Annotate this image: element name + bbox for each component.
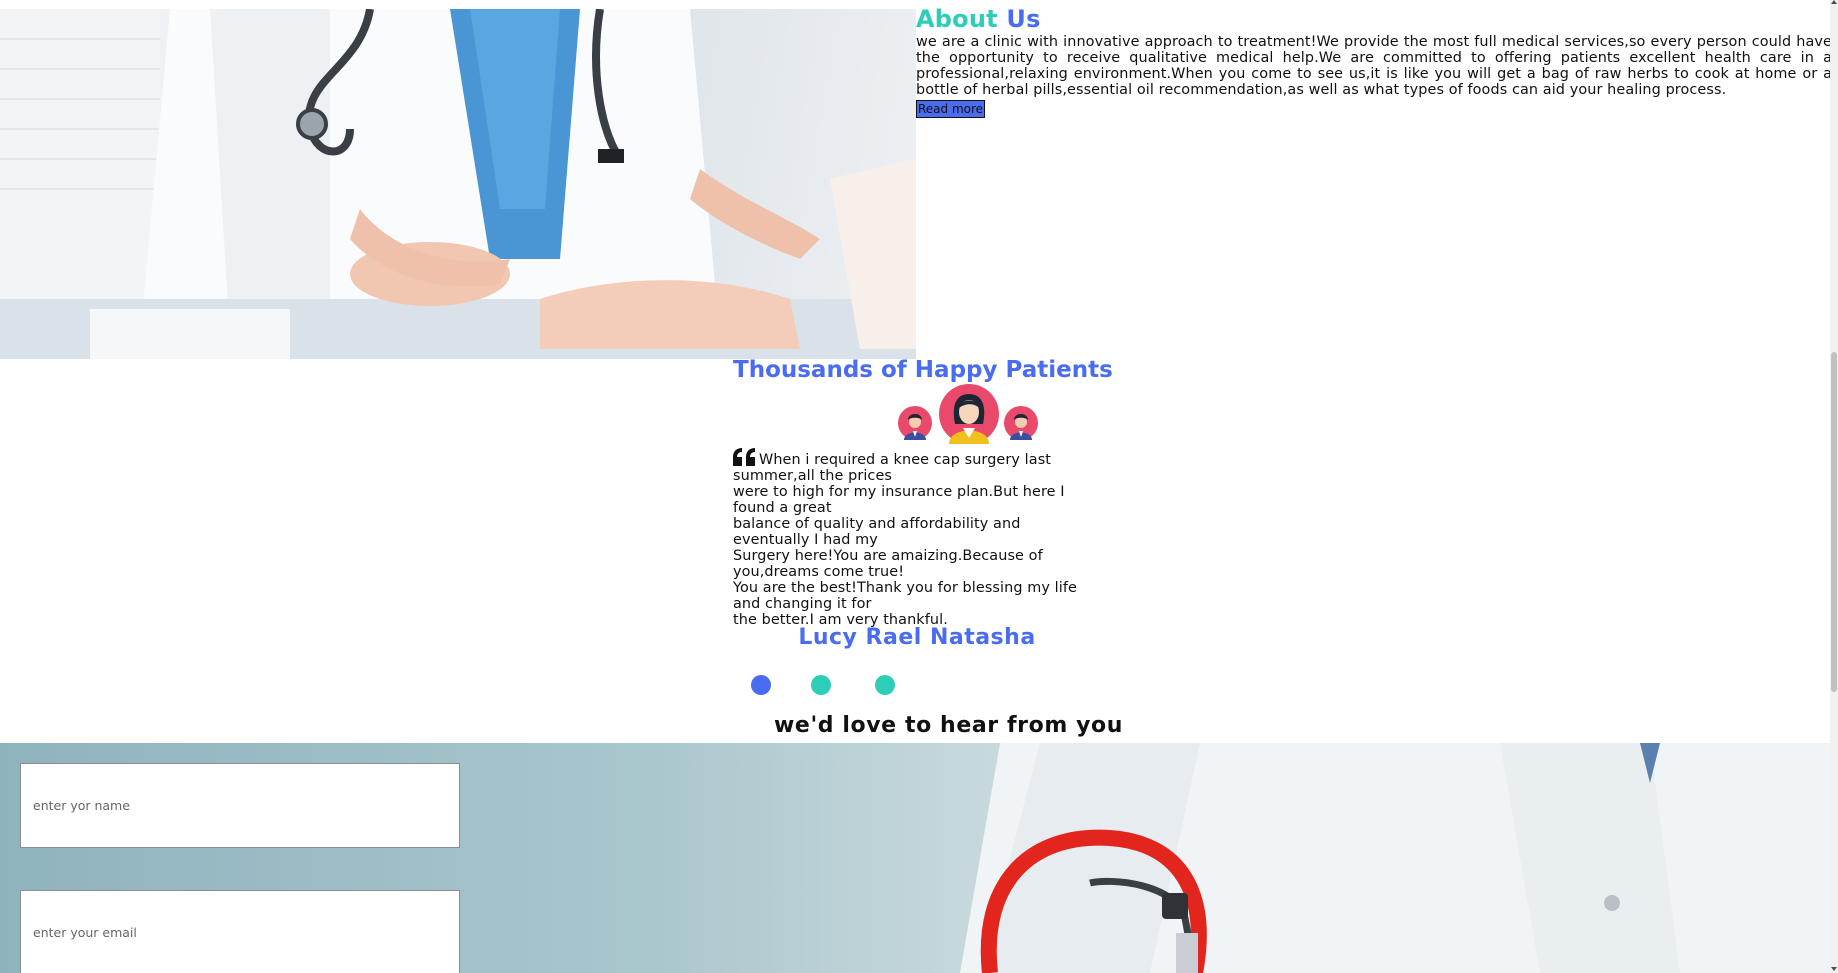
about-title: About Us	[916, 4, 1832, 34]
page-scrollbar[interactable]	[1830, 0, 1838, 973]
doctor-patient-photo	[0, 9, 916, 359]
scrollbar-thumb[interactable]	[1831, 352, 1837, 692]
scroll-down-arrow-icon[interactable]	[1831, 967, 1837, 971]
read-more-button[interactable]: Read more	[916, 100, 986, 118]
about-title-word1: About	[916, 5, 998, 33]
page: About Us we are a clinic with innovative…	[0, 0, 1838, 973]
scroll-up-arrow-icon[interactable]	[1831, 0, 1837, 4]
carousel-dot-3[interactable]	[875, 675, 895, 695]
quote-line: balance of quality and affordability and…	[733, 516, 1021, 548]
carousel-dot-2[interactable]	[811, 675, 831, 695]
quote-icon	[733, 448, 755, 466]
quote-line: When i required a knee cap surgery last …	[733, 448, 1081, 484]
quote-line: You are the best!Thank you for blessing …	[733, 580, 1077, 612]
quote-line: Surgery here!You are amaizing.Because of…	[733, 548, 1043, 580]
name-input[interactable]	[20, 763, 460, 848]
about-title-word2: Us	[1006, 5, 1041, 33]
about-section: About Us we are a clinic with innovative…	[916, 4, 1832, 118]
contact-heading: we'd love to hear from you	[774, 713, 1124, 738]
testimonial-author: Lucy Rael Natasha	[798, 625, 1036, 650]
contact-section	[0, 743, 1830, 973]
male-avatar-icon[interactable]	[1004, 406, 1038, 440]
testimonial-quote: When i required a knee cap surgery last …	[733, 448, 1081, 628]
quote-line: were to high for my insurance plan.But h…	[733, 484, 1065, 516]
carousel-dot-1[interactable]	[751, 675, 771, 695]
doctor-patient-illustration	[0, 9, 916, 359]
quote-line-text: When i required a knee cap surgery last …	[733, 452, 1052, 484]
testimonials-section: Thousands of Happy Patients When i requi…	[733, 352, 1113, 695]
email-input[interactable]	[20, 890, 460, 973]
male-avatar-icon[interactable]	[898, 406, 932, 440]
about-description: we are a clinic with innovative approach…	[916, 34, 1832, 98]
female-avatar-icon[interactable]	[939, 384, 999, 444]
testimonials-title: Thousands of Happy Patients	[733, 357, 1113, 383]
